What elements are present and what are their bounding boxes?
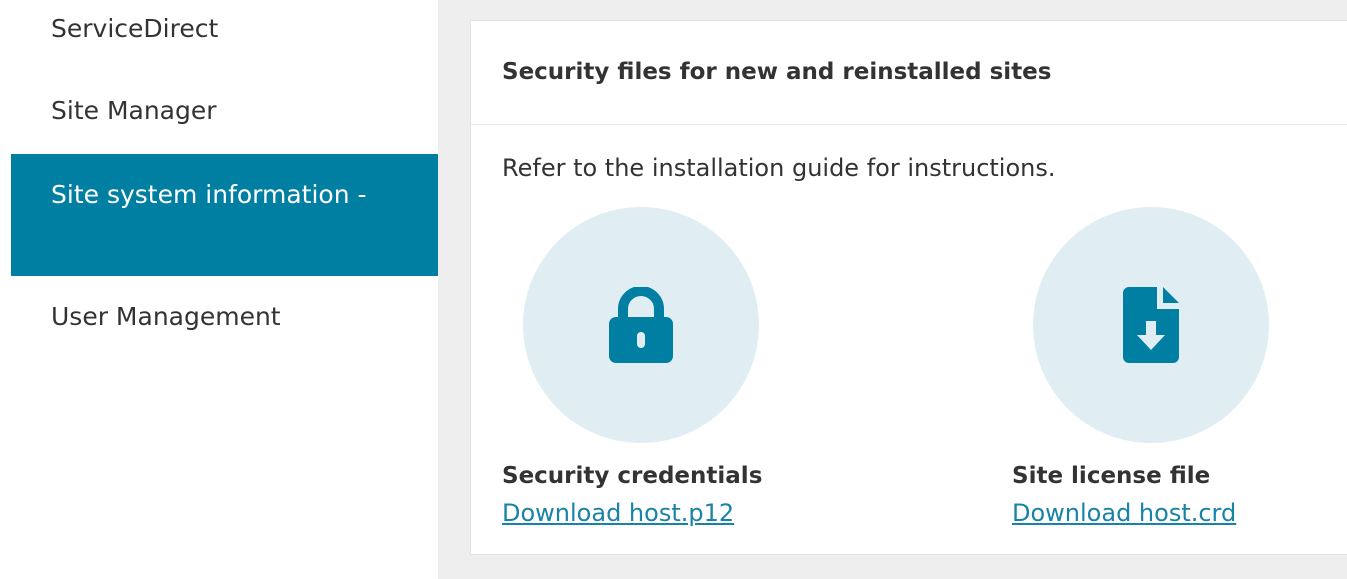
download-host-p12-link[interactable]: Download host.p12 [502,499,734,527]
site-license-title: Site license file [1012,463,1211,489]
panel-title: Security files for new and reinstalled s… [502,59,1052,85]
site-license-card: Site license file Download host.crd [1012,207,1347,537]
sidebar-item-label: User Management [51,302,281,331]
file-download-icon [1123,287,1179,363]
icon-circle [1033,207,1269,443]
panel-description: Refer to the installation guide for inst… [502,154,1056,182]
lock-icon [609,287,673,363]
panel-header: Security files for new and reinstalled s… [471,21,1347,125]
security-files-panel: Security files for new and reinstalled s… [470,20,1347,555]
security-credentials-card: Security credentials Download host.p12 [502,207,862,537]
sidebar-item-site-manager[interactable]: Site Manager [11,96,438,136]
sidebar: ServiceDirect Site Manager Site system i… [0,0,438,579]
main-content: Security files for new and reinstalled s… [438,0,1347,579]
sidebar-item-label: Site Manager [51,96,217,125]
sidebar-item-user-management[interactable]: User Management [11,302,438,342]
sidebar-item-servicedirect[interactable]: ServiceDirect [11,14,438,54]
sidebar-item-site-system-information[interactable]: Site system information - [11,154,438,276]
download-host-crd-link[interactable]: Download host.crd [1012,499,1236,527]
icon-circle [523,207,759,443]
sidebar-item-label: Site system information - [51,180,367,209]
security-credentials-title: Security credentials [502,463,763,489]
sidebar-item-label: ServiceDirect [51,14,219,43]
